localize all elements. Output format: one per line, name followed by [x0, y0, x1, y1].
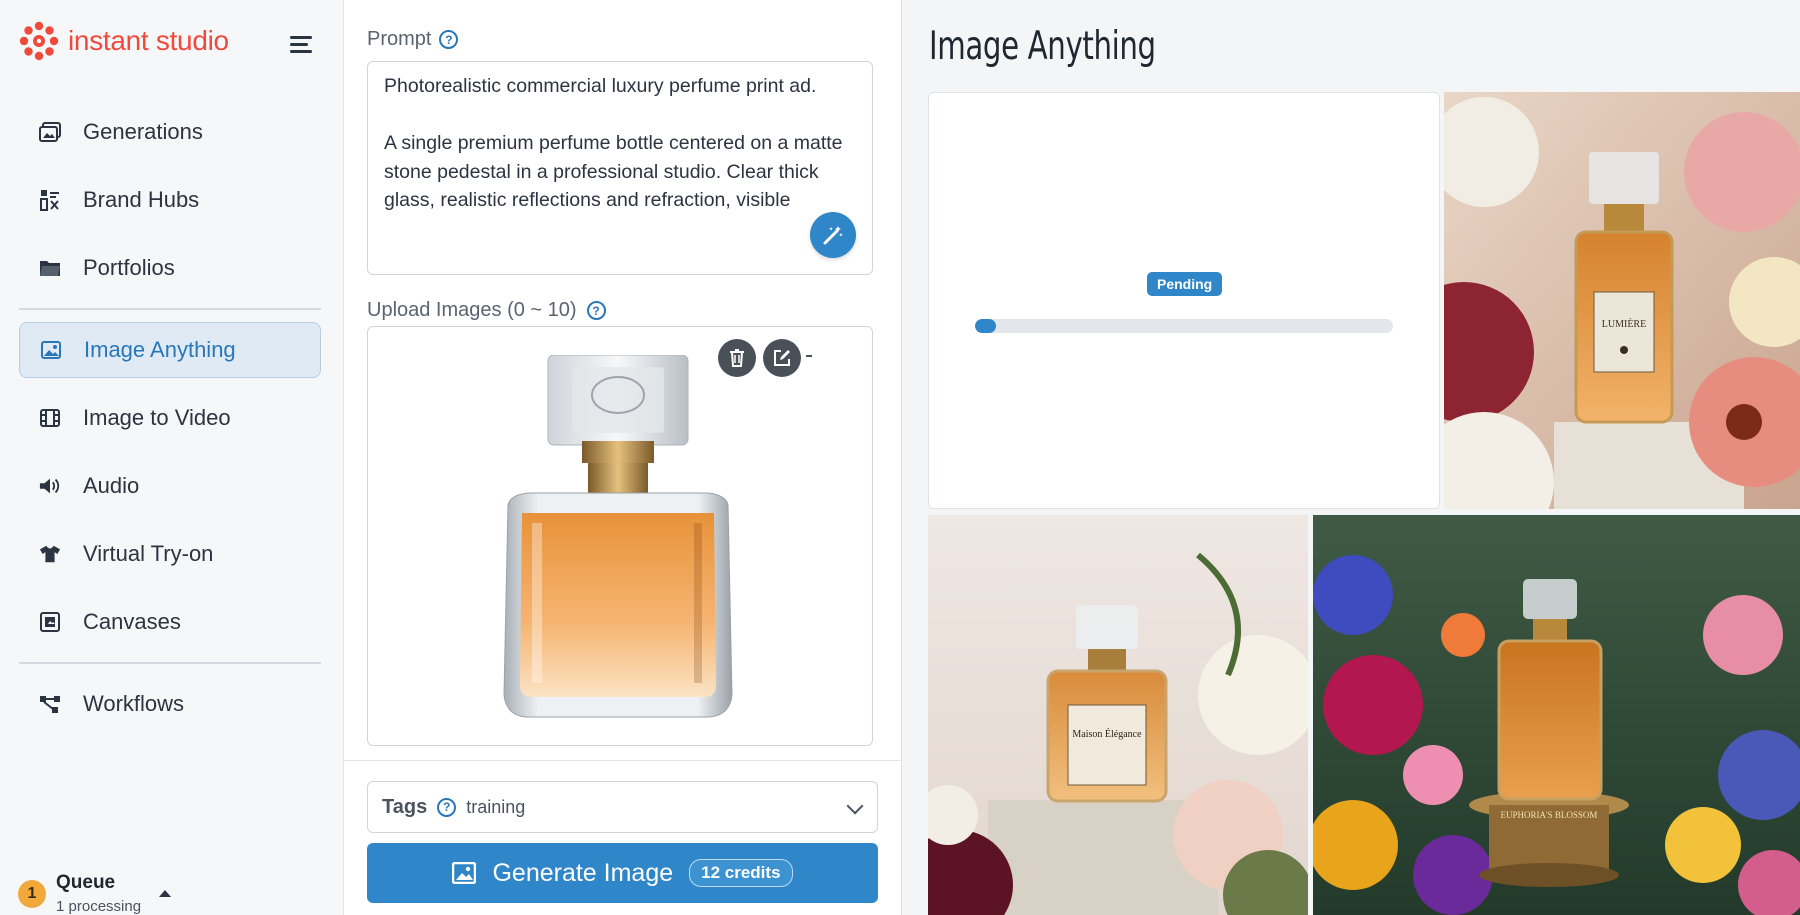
folder-icon	[39, 257, 61, 279]
sidebar-item-label: Canvases	[83, 609, 181, 634]
sidebar-divider	[19, 308, 321, 310]
prompt-label: Prompt	[367, 28, 432, 50]
queue-status[interactable]: 1 Queue 1 processing	[18, 872, 172, 915]
speaker-icon	[39, 475, 61, 497]
page-title: Image Anything	[929, 24, 1156, 69]
result-image[interactable]: LUMIÈRE	[1444, 92, 1800, 509]
generate-label: Generate Image	[492, 858, 674, 887]
bottle-label-text: Maison Élégance	[1072, 728, 1142, 740]
shirt-icon	[39, 543, 61, 565]
queue-subtitle: 1 processing	[56, 898, 142, 915]
progress-fill	[975, 319, 996, 333]
upload-dropzone[interactable]	[367, 326, 873, 746]
tags-label: Tags	[382, 795, 428, 818]
help-icon[interactable]: ?	[586, 301, 606, 320]
sidebar-item-label: Generations	[83, 119, 203, 144]
sidebar-item-canvases[interactable]: Canvases	[19, 594, 321, 650]
film-icon	[39, 407, 61, 429]
upload-label: Upload Images (0 ~ 10)	[367, 299, 577, 321]
tags-value: training	[466, 796, 526, 817]
button-separator	[806, 355, 812, 357]
bottle-label-text: LUMIÈRE	[1602, 318, 1646, 330]
perfume-floral-image: LUMIÈRE	[1444, 92, 1800, 509]
status-badge: Pending	[1147, 272, 1223, 296]
sidebar-item-audio[interactable]: Audio	[19, 458, 321, 514]
brand-logo[interactable]: instant studio	[18, 20, 229, 62]
magic-wand-icon	[823, 226, 843, 245]
result-image[interactable]: Maison Élégance	[928, 515, 1308, 915]
queue-count-badge: 1	[18, 880, 46, 908]
uploaded-image[interactable]	[488, 354, 748, 735]
pending-generation-card: Pending	[928, 92, 1440, 509]
perfume-garden-image: EUPHORIA'S BLOSSOM	[1313, 515, 1800, 915]
results-gallery: Image Anything Pending LUMIÈRE Maison Él…	[901, 0, 1800, 915]
perfume-bottle-image	[503, 354, 733, 718]
generation-form: Prompt ? Photorealistic commercial luxur…	[344, 0, 1245, 915]
sidebar: instant studio Generations Brand Hubs Po…	[0, 0, 344, 915]
generate-image-button[interactable]: Generate Image 12 credits	[367, 843, 878, 903]
generations-icon	[39, 121, 61, 143]
sidebar-item-virtual-try-on[interactable]: Virtual Try-on	[19, 526, 321, 582]
sidebar-item-label: Workflows	[83, 691, 185, 716]
result-image[interactable]: EUPHORIA'S BLOSSOM	[1313, 515, 1800, 915]
credits-badge: 12 credits	[689, 859, 793, 887]
brand-name: instant studio	[68, 25, 229, 56]
trash-icon	[730, 349, 744, 367]
help-icon[interactable]: ?	[437, 797, 457, 817]
tags-select[interactable]: Tags ? training	[367, 781, 878, 833]
canvas-icon	[39, 611, 61, 633]
sidebar-item-image-to-video[interactable]: Image to Video	[19, 390, 321, 446]
edit-image-button[interactable]	[763, 339, 801, 377]
sidebar-item-label: Image to Video	[83, 405, 231, 430]
sidebar-item-label: Audio	[83, 473, 140, 498]
caret-up-icon[interactable]	[159, 890, 172, 897]
perfume-studio-image: Maison Élégance	[928, 515, 1308, 915]
prompt-textarea[interactable]: Photorealistic commercial luxury perfume…	[367, 61, 873, 275]
sidebar-item-label: Virtual Try-on	[83, 541, 214, 566]
sidebar-item-generations[interactable]: Generations	[19, 104, 321, 160]
sidebar-item-image-anything[interactable]: Image Anything	[19, 322, 321, 378]
sidebar-item-label: Portfolios	[83, 255, 175, 280]
sidebar-item-workflows[interactable]: Workflows	[19, 676, 321, 732]
sidebar-divider	[19, 662, 321, 664]
magic-wand-button[interactable]	[810, 212, 856, 258]
pedestal-label-text: EUPHORIA'S BLOSSOM	[1501, 810, 1598, 820]
delete-image-button[interactable]	[718, 339, 756, 377]
image-icon	[452, 862, 477, 884]
sidebar-item-label: Image Anything	[84, 337, 236, 362]
edit-icon	[774, 350, 790, 366]
workflow-icon	[39, 693, 61, 715]
sidebar-item-brand-hubs[interactable]: Brand Hubs	[19, 172, 321, 228]
chevron-down-icon	[846, 797, 864, 815]
brand-hubs-icon	[39, 189, 61, 211]
prompt-label-row: Prompt ?	[367, 28, 459, 51]
help-icon[interactable]: ?	[439, 30, 459, 49]
image-icon	[40, 339, 62, 361]
upload-label-row: Upload Images (0 ~ 10) ?	[367, 299, 606, 322]
queue-title: Queue	[56, 872, 116, 893]
logo-icon	[19, 21, 59, 61]
form-footer: Tags ? training Generate Image 12 credit…	[344, 760, 901, 915]
sidebar-item-label: Brand Hubs	[83, 187, 200, 212]
hamburger-menu-icon[interactable]	[286, 32, 316, 56]
sidebar-item-portfolios[interactable]: Portfolios	[19, 240, 321, 296]
progress-bar	[975, 319, 1393, 333]
prompt-text[interactable]: Photorealistic commercial luxury perfume…	[384, 72, 856, 215]
